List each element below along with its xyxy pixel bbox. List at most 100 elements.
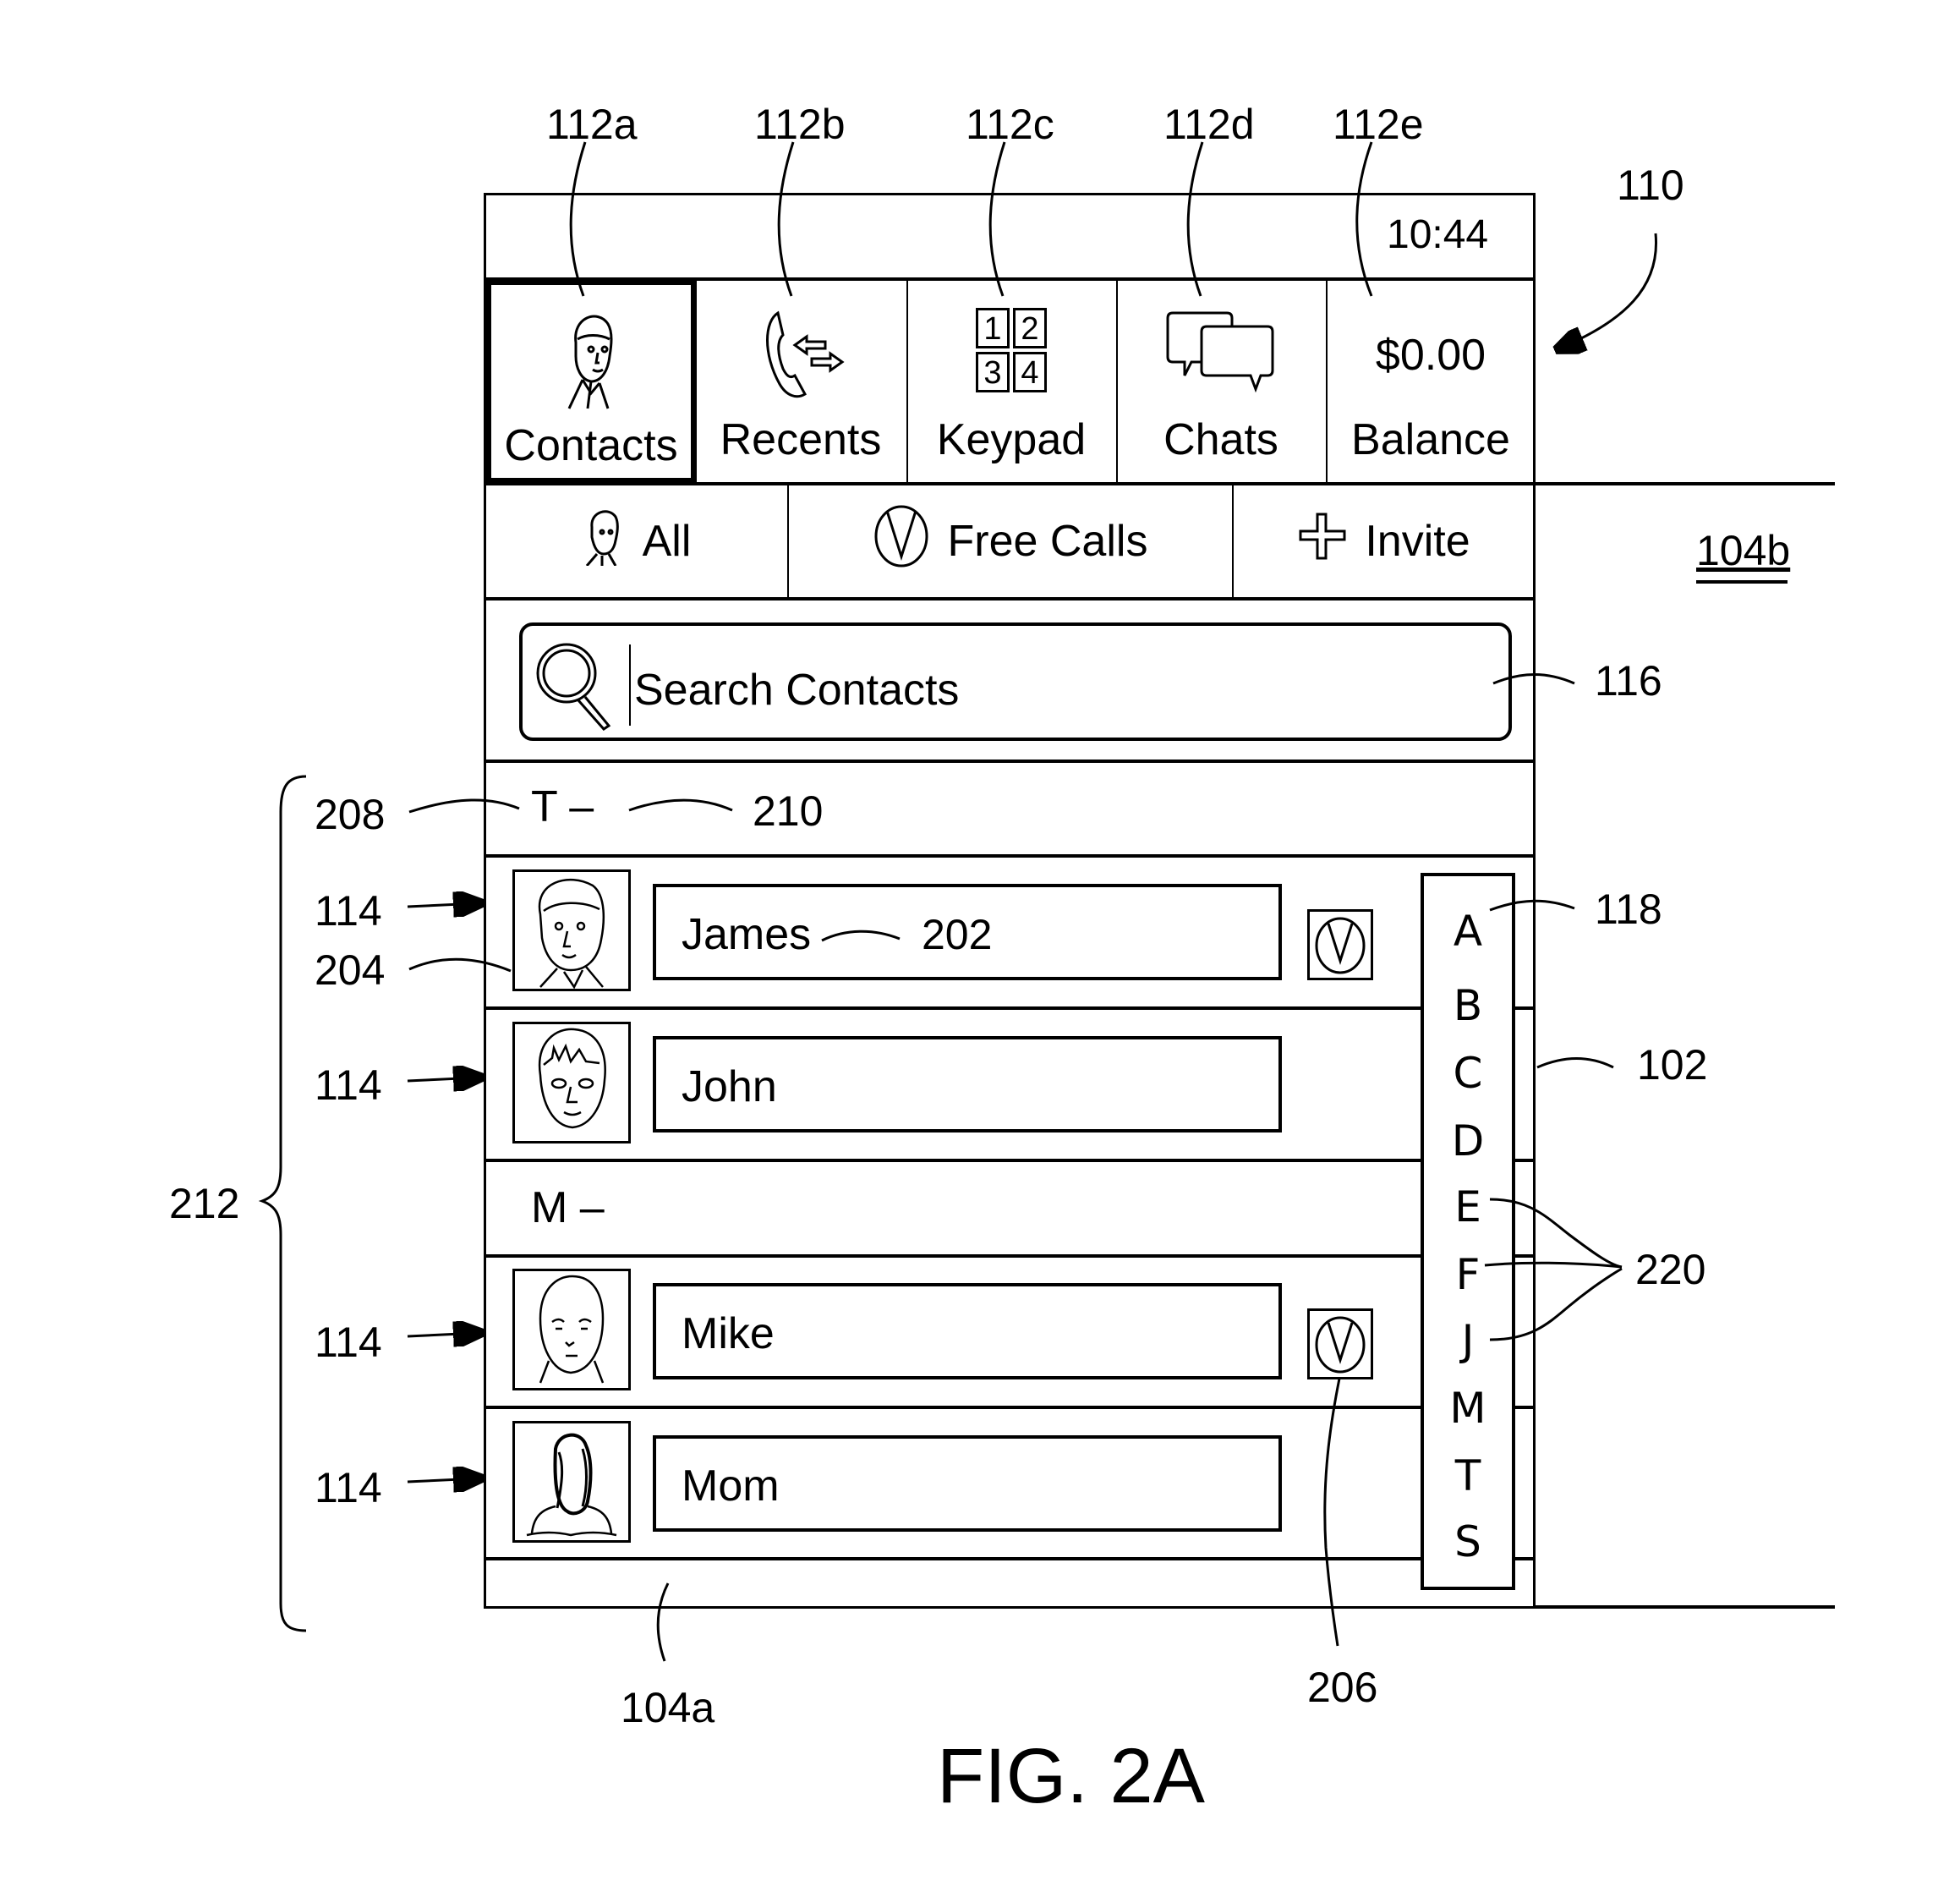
search-divider: [484, 760, 1536, 763]
arrow-114: [407, 1078, 479, 1081]
ref-202: 202: [922, 911, 993, 958]
ref-112e: 112e: [1333, 101, 1424, 148]
ref-206: 206: [1307, 1664, 1378, 1711]
section-header-m: M –: [531, 1183, 605, 1232]
brace-212: [258, 775, 307, 1632]
tab-contacts-label: Contacts: [504, 421, 678, 470]
tab-keypad[interactable]: 1 2 3 4 Keypad: [906, 279, 1116, 484]
row-divider: [484, 1557, 1421, 1560]
filter-all-label: All: [642, 517, 692, 566]
index-letter-f[interactable]: F: [1424, 1250, 1512, 1299]
arrow-114: [407, 1478, 479, 1482]
section-t-divider: [484, 854, 1536, 858]
tab-balance-label: Balance: [1351, 415, 1510, 464]
contact-person-icon: [557, 309, 625, 414]
arrow-110: [1559, 233, 1658, 348]
arrow-114: [407, 1333, 479, 1336]
ref-212: 212: [169, 1180, 240, 1227]
tab-recents-label: Recents: [720, 415, 882, 464]
leader-102: [1536, 1057, 1614, 1069]
contact-name-field-mike[interactable]: Mike: [653, 1283, 1282, 1379]
chat-bubbles-icon: [1166, 308, 1276, 397]
row-divider: [1515, 1159, 1536, 1162]
index-letter-e[interactable]: E: [1424, 1182, 1512, 1231]
index-letter-a[interactable]: A: [1424, 907, 1512, 956]
row-divider: [1515, 1006, 1536, 1010]
keypad-key: 4: [1013, 352, 1047, 392]
filter-invite[interactable]: Invite: [1234, 484, 1536, 599]
section-m-divider: [484, 1254, 1421, 1258]
ref-220: 220: [1635, 1246, 1706, 1293]
figure-caption: FIG. 2A: [937, 1733, 1205, 1819]
person-icon: [582, 507, 624, 577]
tab-recents[interactable]: Recents: [695, 279, 906, 484]
index-letter-j[interactable]: J: [1424, 1316, 1512, 1365]
ref-102: 102: [1637, 1041, 1708, 1089]
ref-114: 114: [315, 1319, 382, 1366]
ref-114: 114: [315, 887, 382, 935]
row-divider: [1515, 1406, 1536, 1409]
keypad-key: 1: [976, 308, 1010, 348]
ref-204: 204: [315, 946, 386, 994]
filter-invite-label: Invite: [1365, 517, 1470, 566]
contact-name-field-john[interactable]: John: [653, 1036, 1282, 1132]
index-letter-d[interactable]: D: [1424, 1116, 1512, 1165]
tab-balance[interactable]: $0.00 Balance: [1326, 279, 1536, 484]
ref-104b: 104b: [1696, 527, 1791, 574]
row-divider: [1515, 1557, 1536, 1560]
free-call-badge-james: [1307, 909, 1373, 980]
ref-112d: 112d: [1163, 101, 1255, 148]
balance-amount: $0.00: [1375, 331, 1486, 380]
ref-118: 118: [1595, 886, 1662, 933]
v-circle-icon: [1315, 1316, 1366, 1374]
ref-208: 208: [315, 791, 386, 838]
index-letter-s[interactable]: S: [1424, 1517, 1512, 1566]
contact-name: Mom: [682, 1462, 780, 1511]
contact-avatar-john[interactable]: [512, 1022, 631, 1143]
tab-keypad-label: Keypad: [936, 415, 1087, 464]
free-call-badge-mike: [1307, 1308, 1373, 1379]
ref-112a: 112a: [546, 101, 638, 148]
contact-avatar-mom[interactable]: [512, 1421, 631, 1543]
row-divider: [1515, 1254, 1536, 1258]
ref-110: 110: [1617, 162, 1684, 209]
index-letter-b[interactable]: B: [1424, 981, 1512, 1030]
contact-name: John: [682, 1062, 777, 1111]
ref-114: 114: [315, 1464, 382, 1511]
index-letter-m[interactable]: M: [1424, 1384, 1512, 1433]
row-divider: [484, 1406, 1421, 1409]
screen-extension-line: [1536, 1605, 1835, 1609]
tab-chats[interactable]: Chats: [1116, 279, 1326, 484]
keypad-key: 3: [976, 352, 1010, 392]
filter-free-calls-label: Free Calls: [947, 517, 1148, 566]
ref-210: 210: [753, 787, 824, 835]
v-circle-icon: [1315, 917, 1366, 974]
ref-112b: 112b: [754, 101, 846, 148]
plus-icon: [1299, 513, 1346, 571]
phone-transfer-icon: [754, 303, 847, 409]
contact-name-field-mom[interactable]: Mom: [653, 1435, 1282, 1532]
contact-name: Mike: [682, 1309, 775, 1358]
contact-avatar-james[interactable]: [512, 869, 631, 991]
ref-116: 116: [1595, 657, 1662, 705]
keypad-key: 2: [1013, 308, 1047, 348]
ref-114: 114: [315, 1061, 382, 1109]
filter-all[interactable]: All: [485, 484, 787, 599]
contact-name: James: [682, 910, 812, 959]
keypad-icon: 1 2 3 4: [976, 308, 1047, 392]
section-header-t: T –: [531, 782, 594, 831]
text-caret: [629, 644, 631, 726]
status-time: 10:44: [1387, 212, 1489, 257]
tab-contacts[interactable]: Contacts: [485, 279, 697, 484]
row-divider: [484, 1006, 1421, 1010]
filter-free-calls[interactable]: Free Calls: [789, 484, 1232, 599]
search-contacts-input[interactable]: Search Contacts: [519, 622, 1512, 741]
alphabet-index-bar[interactable]: A B C D E F J M T S: [1421, 873, 1515, 1590]
row-divider: [484, 1159, 1421, 1162]
ref-112c: 112c: [966, 101, 1054, 148]
index-letter-t[interactable]: T: [1424, 1451, 1512, 1500]
ref-104a: 104a: [621, 1684, 715, 1731]
contact-avatar-mike[interactable]: [512, 1269, 631, 1390]
index-letter-c[interactable]: C: [1424, 1049, 1512, 1098]
search-placeholder: Search Contacts: [634, 666, 960, 715]
